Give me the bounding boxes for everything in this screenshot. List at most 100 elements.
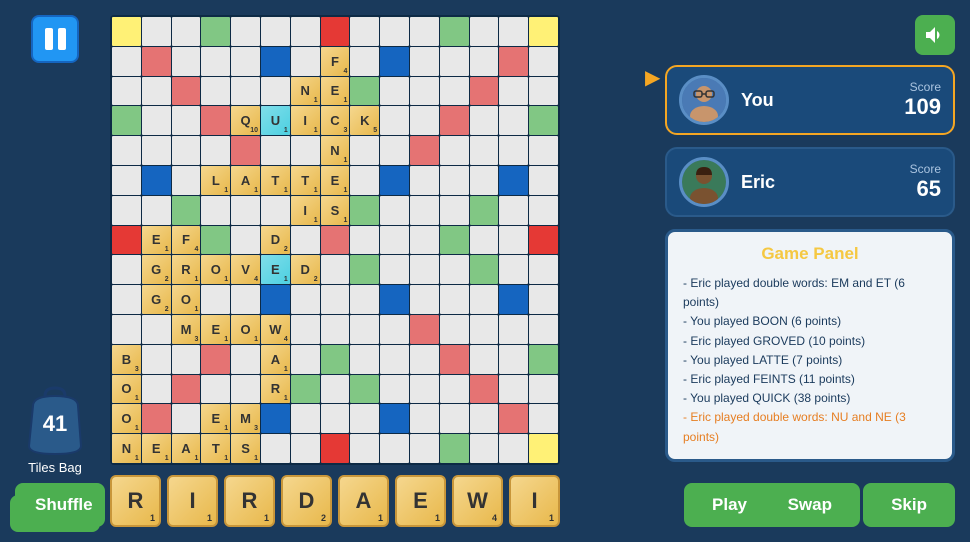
board-cell[interactable] xyxy=(201,136,230,165)
board-cell[interactable] xyxy=(321,255,350,284)
board-cell[interactable]: D2 xyxy=(261,226,290,255)
board-cell[interactable]: E1 xyxy=(142,434,171,463)
board-cell[interactable] xyxy=(499,166,528,195)
board-cell[interactable] xyxy=(291,345,320,374)
board-cell[interactable] xyxy=(261,196,290,225)
board-cell[interactable]: G2 xyxy=(142,255,171,284)
board-cell[interactable]: M3 xyxy=(231,404,260,433)
board-cell[interactable]: O1 xyxy=(112,404,141,433)
board-cell[interactable]: T1 xyxy=(201,434,230,463)
board-cell[interactable]: V4 xyxy=(231,255,260,284)
board-cell[interactable] xyxy=(201,47,230,76)
board-cell[interactable]: N1 xyxy=(112,434,141,463)
board-cell[interactable] xyxy=(231,136,260,165)
board-cell[interactable] xyxy=(142,166,171,195)
board-cell[interactable]: E1 xyxy=(201,315,230,344)
board-cell[interactable] xyxy=(380,17,409,46)
board-cell[interactable] xyxy=(499,106,528,135)
board-cell[interactable] xyxy=(201,77,230,106)
board-cell[interactable] xyxy=(201,345,230,374)
board-cell[interactable] xyxy=(410,255,439,284)
board-cell[interactable] xyxy=(231,226,260,255)
board-cell[interactable] xyxy=(112,226,141,255)
board-cell[interactable]: U1 xyxy=(261,106,290,135)
board-cell[interactable] xyxy=(350,77,379,106)
board-cell[interactable] xyxy=(380,255,409,284)
board-cell[interactable] xyxy=(261,434,290,463)
board-cell[interactable] xyxy=(142,196,171,225)
board-cell[interactable] xyxy=(380,136,409,165)
board-cell[interactable] xyxy=(350,315,379,344)
board-cell[interactable]: F4 xyxy=(321,47,350,76)
board-cell[interactable] xyxy=(470,375,499,404)
board-cell[interactable] xyxy=(470,404,499,433)
board-cell[interactable] xyxy=(231,196,260,225)
board-cell[interactable] xyxy=(410,136,439,165)
board-cell[interactable] xyxy=(470,345,499,374)
board-cell[interactable] xyxy=(440,17,469,46)
board-cell[interactable] xyxy=(529,255,558,284)
board-cell[interactable] xyxy=(291,47,320,76)
board-cell[interactable] xyxy=(350,17,379,46)
board-cell[interactable] xyxy=(172,77,201,106)
board-cell[interactable]: E1 xyxy=(201,404,230,433)
board-cell[interactable] xyxy=(261,77,290,106)
board-cell[interactable] xyxy=(410,375,439,404)
board-cell[interactable]: A1 xyxy=(231,166,260,195)
board-cell[interactable] xyxy=(380,196,409,225)
board-cell[interactable]: A1 xyxy=(261,345,290,374)
board-cell[interactable] xyxy=(172,17,201,46)
board-cell[interactable] xyxy=(470,196,499,225)
board-cell[interactable] xyxy=(499,345,528,374)
board-cell[interactable] xyxy=(112,47,141,76)
board-cell[interactable] xyxy=(350,434,379,463)
board-cell[interactable] xyxy=(410,166,439,195)
board-cell[interactable] xyxy=(112,136,141,165)
board-cell[interactable] xyxy=(142,315,171,344)
board-cell[interactable] xyxy=(321,434,350,463)
board-cell[interactable] xyxy=(440,255,469,284)
board-cell[interactable] xyxy=(499,47,528,76)
board-cell[interactable] xyxy=(529,166,558,195)
board-cell[interactable] xyxy=(470,434,499,463)
board-cell[interactable] xyxy=(470,315,499,344)
board-cell[interactable] xyxy=(440,315,469,344)
board-cell[interactable] xyxy=(499,375,528,404)
board-cell[interactable] xyxy=(142,136,171,165)
rack-tile[interactable]: A1 xyxy=(338,475,389,527)
board-cell[interactable] xyxy=(499,196,528,225)
board-cell[interactable] xyxy=(380,47,409,76)
board-cell[interactable] xyxy=(470,285,499,314)
board-cell[interactable] xyxy=(410,77,439,106)
pause-button[interactable] xyxy=(31,15,79,63)
board-cell[interactable] xyxy=(112,77,141,106)
board-cell[interactable] xyxy=(291,315,320,344)
board-cell[interactable] xyxy=(321,17,350,46)
board-cell[interactable] xyxy=(321,375,350,404)
board-cell[interactable] xyxy=(499,285,528,314)
board-cell[interactable] xyxy=(529,345,558,374)
board-cell[interactable] xyxy=(410,315,439,344)
board-cell[interactable] xyxy=(350,345,379,374)
board-cell[interactable]: R1 xyxy=(261,375,290,404)
board-cell[interactable] xyxy=(321,345,350,374)
board-cell[interactable] xyxy=(112,315,141,344)
board-cell[interactable] xyxy=(142,375,171,404)
board-cell[interactable]: T1 xyxy=(291,166,320,195)
board-cell[interactable] xyxy=(291,404,320,433)
board-cell[interactable] xyxy=(231,285,260,314)
board-cell[interactable] xyxy=(440,404,469,433)
board-cell[interactable]: T1 xyxy=(261,166,290,195)
board-cell[interactable] xyxy=(350,255,379,284)
board-cell[interactable] xyxy=(440,285,469,314)
board-cell[interactable] xyxy=(231,375,260,404)
board-cell[interactable] xyxy=(291,285,320,314)
board-cell[interactable] xyxy=(470,106,499,135)
board-cell[interactable] xyxy=(112,106,141,135)
board-cell[interactable] xyxy=(499,255,528,284)
board-cell[interactable] xyxy=(529,434,558,463)
swap-button[interactable]: Swap xyxy=(760,483,860,527)
board-cell[interactable] xyxy=(112,255,141,284)
board-cell[interactable] xyxy=(499,404,528,433)
board-cell[interactable] xyxy=(499,434,528,463)
